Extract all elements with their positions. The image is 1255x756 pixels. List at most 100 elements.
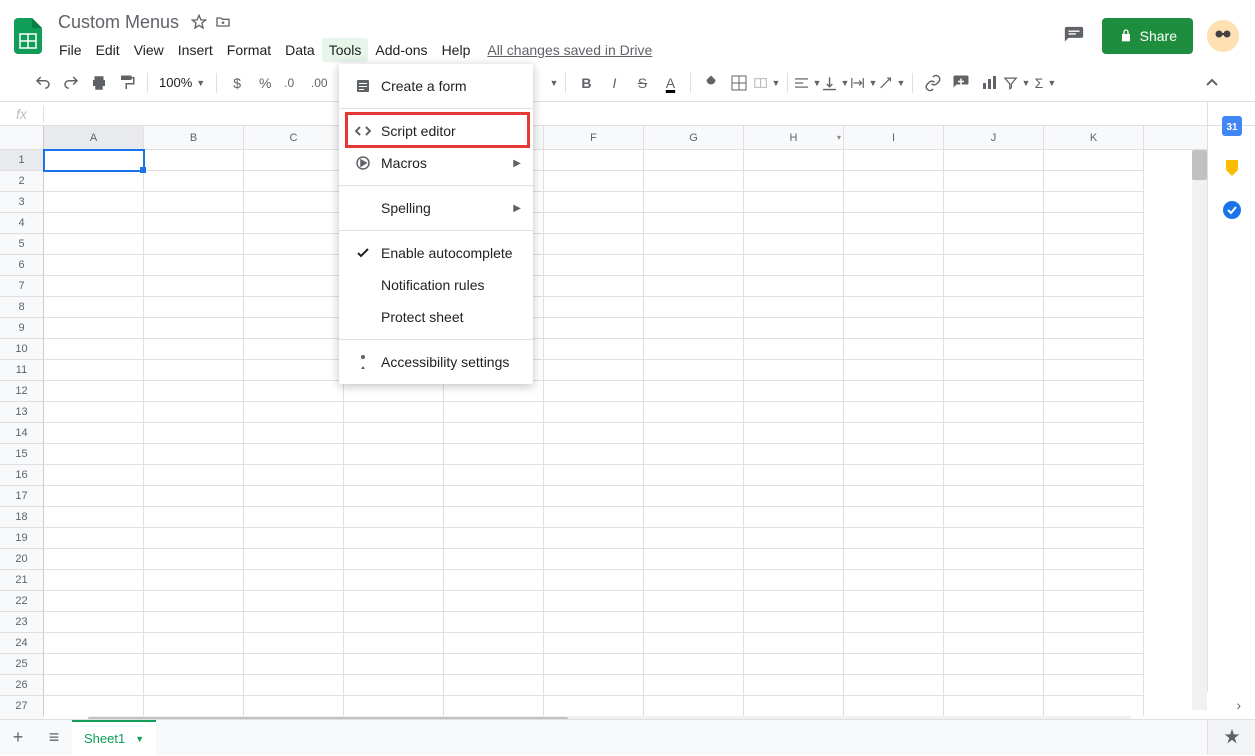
cell-I13[interactable] <box>844 402 944 423</box>
cell-C20[interactable] <box>244 549 344 570</box>
cell-B24[interactable] <box>144 633 244 654</box>
cell-A6[interactable] <box>44 255 144 276</box>
paint-format-button[interactable] <box>114 70 140 96</box>
cell-J4[interactable] <box>944 213 1044 234</box>
row-header-1[interactable]: 1 <box>0 150 44 171</box>
document-title[interactable]: Custom Menus <box>52 10 185 35</box>
cell-F26[interactable] <box>544 675 644 696</box>
cell-K23[interactable] <box>1044 612 1144 633</box>
cell-H6[interactable] <box>744 255 844 276</box>
cell-G20[interactable] <box>644 549 744 570</box>
cell-J1[interactable] <box>944 150 1044 171</box>
increase-decimal-button[interactable]: .00 <box>307 70 332 96</box>
cell-I5[interactable] <box>844 234 944 255</box>
cell-G7[interactable] <box>644 276 744 297</box>
cell-K7[interactable] <box>1044 276 1144 297</box>
cell-A10[interactable] <box>44 339 144 360</box>
cell-C2[interactable] <box>244 171 344 192</box>
row-header-24[interactable]: 24 <box>0 633 44 654</box>
row-header-3[interactable]: 3 <box>0 192 44 213</box>
cell-H21[interactable] <box>744 570 844 591</box>
cell-G16[interactable] <box>644 465 744 486</box>
cell-G22[interactable] <box>644 591 744 612</box>
cell-C14[interactable] <box>244 423 344 444</box>
cell-C3[interactable] <box>244 192 344 213</box>
add-sheet-button[interactable]: + <box>0 720 36 756</box>
cell-I12[interactable] <box>844 381 944 402</box>
star-icon[interactable] <box>189 12 209 32</box>
spreadsheet-grid[interactable]: ABCDEFGH▾IJK 123456789101112131415161718… <box>0 126 1207 716</box>
cell-A7[interactable] <box>44 276 144 297</box>
collapse-toolbar-button[interactable] <box>1199 70 1225 96</box>
cell-J7[interactable] <box>944 276 1044 297</box>
formula-input[interactable] <box>44 102 1255 125</box>
cell-C17[interactable] <box>244 486 344 507</box>
cell-B11[interactable] <box>144 360 244 381</box>
row-header-20[interactable]: 20 <box>0 549 44 570</box>
cell-K1[interactable] <box>1044 150 1144 171</box>
cell-G10[interactable] <box>644 339 744 360</box>
cell-D12[interactable] <box>344 381 444 402</box>
cell-J22[interactable] <box>944 591 1044 612</box>
cell-I3[interactable] <box>844 192 944 213</box>
valign-button[interactable]: ▼ <box>823 70 849 96</box>
cell-K18[interactable] <box>1044 507 1144 528</box>
row-header-13[interactable]: 13 <box>0 402 44 423</box>
row-header-21[interactable]: 21 <box>0 570 44 591</box>
menu-insert[interactable]: Insert <box>171 38 220 62</box>
cell-B1[interactable] <box>144 150 244 171</box>
cell-F25[interactable] <box>544 654 644 675</box>
cell-F5[interactable] <box>544 234 644 255</box>
cell-A18[interactable] <box>44 507 144 528</box>
cell-I9[interactable] <box>844 318 944 339</box>
cell-I27[interactable] <box>844 696 944 716</box>
cell-F8[interactable] <box>544 297 644 318</box>
cell-H11[interactable] <box>744 360 844 381</box>
cell-F21[interactable] <box>544 570 644 591</box>
wrap-button[interactable]: ▼ <box>851 70 877 96</box>
cell-B27[interactable] <box>144 696 244 716</box>
vertical-scrollbar[interactable] <box>1192 150 1207 710</box>
cell-C8[interactable] <box>244 297 344 318</box>
cell-E26[interactable] <box>444 675 544 696</box>
cell-A23[interactable] <box>44 612 144 633</box>
cell-I10[interactable] <box>844 339 944 360</box>
cell-E25[interactable] <box>444 654 544 675</box>
cell-B7[interactable] <box>144 276 244 297</box>
row-header-15[interactable]: 15 <box>0 444 44 465</box>
cell-D15[interactable] <box>344 444 444 465</box>
cell-E14[interactable] <box>444 423 544 444</box>
cell-K24[interactable] <box>1044 633 1144 654</box>
cell-H27[interactable] <box>744 696 844 716</box>
cell-J23[interactable] <box>944 612 1044 633</box>
cell-I21[interactable] <box>844 570 944 591</box>
cell-E15[interactable] <box>444 444 544 465</box>
cell-I20[interactable] <box>844 549 944 570</box>
menu-item-spelling[interactable]: Spelling▶ <box>339 192 533 224</box>
cell-A26[interactable] <box>44 675 144 696</box>
row-header-18[interactable]: 18 <box>0 507 44 528</box>
cell-H25[interactable] <box>744 654 844 675</box>
undo-button[interactable] <box>30 70 56 96</box>
cell-I15[interactable] <box>844 444 944 465</box>
cell-F16[interactable] <box>544 465 644 486</box>
cell-J3[interactable] <box>944 192 1044 213</box>
cell-K15[interactable] <box>1044 444 1144 465</box>
cell-H24[interactable] <box>744 633 844 654</box>
cell-F24[interactable] <box>544 633 644 654</box>
cell-F20[interactable] <box>544 549 644 570</box>
cell-I26[interactable] <box>844 675 944 696</box>
cell-I23[interactable] <box>844 612 944 633</box>
cell-E16[interactable] <box>444 465 544 486</box>
cell-I14[interactable] <box>844 423 944 444</box>
calendar-icon[interactable]: 31 <box>1222 116 1242 136</box>
cell-K8[interactable] <box>1044 297 1144 318</box>
cell-K26[interactable] <box>1044 675 1144 696</box>
cell-J18[interactable] <box>944 507 1044 528</box>
font-dropdown-arrow[interactable]: ▼ <box>550 78 559 88</box>
print-button[interactable] <box>86 70 112 96</box>
cell-J26[interactable] <box>944 675 1044 696</box>
rotate-button[interactable]: ▼ <box>879 70 905 96</box>
cell-C5[interactable] <box>244 234 344 255</box>
cell-F3[interactable] <box>544 192 644 213</box>
